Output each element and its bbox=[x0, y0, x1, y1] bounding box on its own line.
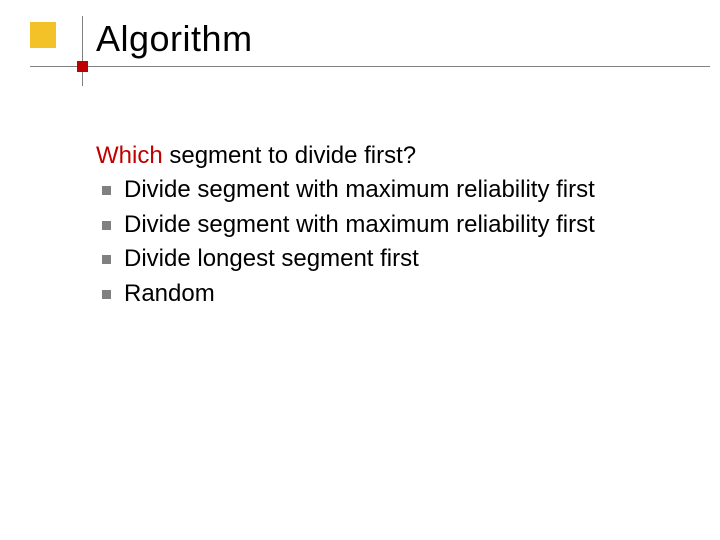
question-line: Which segment to divide first? bbox=[96, 140, 700, 172]
question-first-word: Which bbox=[96, 142, 163, 169]
list-item: Divide segment with maximum reliability … bbox=[124, 209, 700, 241]
slide-content: Which segment to divide first? Divide se… bbox=[96, 140, 700, 312]
question-rest: segment to divide first? bbox=[163, 142, 416, 169]
list-item: Divide longest segment first bbox=[124, 243, 700, 275]
decor-vertical-line bbox=[82, 16, 83, 86]
slide-decor bbox=[30, 16, 100, 86]
decor-red-square bbox=[77, 61, 88, 72]
list-item: Divide segment with maximum reliability … bbox=[124, 174, 700, 206]
slide-title: Algorithm bbox=[96, 18, 253, 60]
list-item: Random bbox=[124, 278, 700, 310]
decor-horizontal-line bbox=[30, 66, 710, 67]
bullet-list: Divide segment with maximum reliability … bbox=[96, 174, 700, 310]
decor-yellow-square bbox=[30, 22, 56, 48]
